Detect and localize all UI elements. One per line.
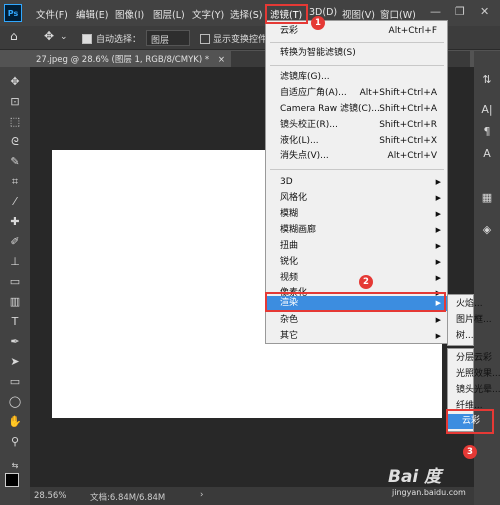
filter-menu-item[interactable]: 3D ▶ — [266, 175, 447, 190]
glyphs-icon[interactable]: A — [479, 147, 495, 163]
render-submenu-item[interactable]: 树... — [448, 329, 474, 344]
stamp-tool-icon[interactable]: ⊥ — [7, 255, 23, 269]
document-tab[interactable]: 27.jpeg @ 28.6% (图层 1, RGB/8/CMYK) * × — [30, 51, 231, 67]
quick-select-tool-icon[interactable]: ✎ — [7, 155, 23, 169]
hand-tool-icon[interactable]: ✋ — [7, 415, 23, 429]
show-transform-label: 显示变换控件 — [213, 35, 268, 45]
highlight-clouds-item — [446, 409, 494, 434]
menu-image[interactable]: 图像(I) — [115, 7, 144, 21]
eyedropper-tool-icon[interactable]: ⁄ — [7, 195, 23, 209]
menu-type[interactable]: 文字(Y) — [192, 7, 224, 21]
menu-view[interactable]: 视图(V) — [342, 7, 375, 21]
menu-select[interactable]: 选择(S) — [230, 7, 262, 21]
filter-menu-item[interactable]: Camera Raw 滤镜(C)... Shift+Ctrl+A — [266, 102, 447, 117]
brush-tool-icon[interactable]: ✐ — [7, 235, 23, 249]
filter-menu-item[interactable]: 滤镜库(G)... — [266, 70, 447, 85]
filter-menu-item[interactable]: 视频 ▶ — [266, 271, 447, 286]
chevron-down-icon[interactable]: ⌄ — [60, 32, 68, 42]
menu-window[interactable]: 窗口(W) — [380, 7, 416, 21]
filter-menu-item[interactable]: 其它 ▶ — [266, 329, 447, 344]
marquee-tool-icon[interactable]: ⬚ — [7, 115, 23, 129]
paragraph-icon[interactable]: ¶ — [479, 125, 495, 141]
libraries-icon[interactable]: ▦ — [479, 191, 495, 207]
right-panel-dock: ⇅ A| ¶ A ▦ ◈ — [474, 51, 500, 505]
watermark-logo: Bai 度 — [388, 467, 442, 487]
zoom-level[interactable]: 28.56% — [34, 491, 66, 501]
filter-menu-item[interactable]: 锐化 ▶ — [266, 255, 447, 270]
filter-menu-item[interactable]: 液化(L)... Shift+Ctrl+X — [266, 134, 447, 149]
status-arrow-icon[interactable]: › — [200, 490, 203, 500]
render-submenu-item[interactable]: 分层云彩 — [448, 351, 492, 366]
move-tool-icon[interactable]: ✥ — [44, 29, 54, 43]
pen-tool-icon[interactable]: ✒ — [7, 335, 23, 349]
crop-tool-icon[interactable]: ⌗ — [7, 175, 23, 189]
filter-menu-item[interactable]: 转换为智能滤镜(S) — [266, 46, 447, 61]
menu-separator — [270, 42, 444, 43]
render-submenu-top: 火焰... 图片框... 树... — [447, 294, 492, 346]
document-tab-title: 27.jpeg @ 28.6% (图层 1, RGB/8/CMYK) * — [36, 55, 210, 65]
menu-edit[interactable]: 编辑(E) — [76, 7, 108, 21]
tab-close-icon[interactable]: × — [218, 55, 225, 65]
auto-select-checkbox[interactable] — [82, 34, 92, 44]
zoom-tool-icon[interactable]: ⚲ — [7, 435, 23, 449]
minimize-icon[interactable]: — — [430, 5, 441, 18]
filter-menu-item[interactable]: 杂色 ▶ — [266, 313, 447, 328]
foreground-color-swatch[interactable] — [5, 473, 19, 487]
render-submenu-item[interactable]: 图片框... — [448, 313, 492, 328]
layers-icon[interactable]: ◈ — [479, 223, 495, 239]
home-icon[interactable]: ⌂ — [10, 29, 18, 43]
step-badge-2: 2 — [359, 275, 373, 289]
menu-separator — [270, 169, 444, 170]
move-tool-icon[interactable]: ✥ — [7, 75, 23, 89]
rectangle-tool-icon[interactable]: ▭ — [7, 375, 23, 389]
filter-menu-item[interactable]: 镜头校正(R)... Shift+Ctrl+R — [266, 118, 447, 133]
step-badge-1: 1 — [311, 16, 325, 30]
healing-tool-icon[interactable]: ✚ — [7, 215, 23, 229]
highlight-filter-menu — [265, 4, 308, 24]
filter-menu-item[interactable]: 模糊画廊 ▶ — [266, 223, 447, 238]
layer-dropdown[interactable]: 图层 — [146, 30, 190, 46]
type-tool-icon[interactable]: T — [7, 315, 23, 329]
character-icon[interactable]: A| — [479, 103, 495, 119]
photoshop-logo: Ps — [4, 4, 22, 22]
shape-tool-icon[interactable]: ◯ — [7, 395, 23, 409]
swap-colors-icon[interactable]: ⇆ — [7, 459, 23, 473]
menu-file[interactable]: 文件(F) — [36, 7, 68, 21]
show-transform-checkbox[interactable] — [200, 34, 210, 44]
eraser-tool-icon[interactable]: ▭ — [7, 275, 23, 289]
highlight-render-item — [265, 292, 446, 312]
watermark-url: jingyan.baidu.com — [392, 488, 466, 497]
menu-layer[interactable]: 图层(L) — [153, 7, 185, 21]
artboard-tool-icon[interactable]: ⊡ — [7, 95, 23, 109]
tools-panel: ✥ ⊡ ⬚ ᘓ ✎ ⌗ ⁄ ✚ ✐ ⊥ ▭ ▥ T ✒ ➤ ▭ ◯ ✋ ⚲ ⇆ — [0, 67, 30, 505]
filter-menu-item[interactable]: 消失点(V)... Alt+Ctrl+V — [266, 149, 447, 164]
restore-icon[interactable]: ❐ — [455, 5, 465, 18]
history-icon[interactable]: ⇅ — [479, 73, 495, 89]
document-size: 文档:6.84M/6.84M — [90, 493, 166, 503]
close-icon[interactable]: ✕ — [480, 5, 489, 18]
gradient-tool-icon[interactable]: ▥ — [7, 295, 23, 309]
filter-menu-item[interactable]: 扭曲 ▶ — [266, 239, 447, 254]
menu-separator — [270, 65, 444, 66]
filter-menu-item[interactable]: 云彩 Alt+Ctrl+F — [266, 24, 447, 39]
render-submenu-item[interactable]: 火焰... — [448, 297, 483, 312]
baidu-watermark: Bai 度 jingyan.baidu.com — [388, 462, 498, 504]
filter-menu-item[interactable]: 风格化 ▶ — [266, 191, 447, 206]
auto-select-label: 自动选择： — [96, 35, 142, 45]
render-submenu-item[interactable]: 光照效果... — [448, 367, 500, 382]
path-select-tool-icon[interactable]: ➤ — [7, 355, 23, 369]
step-badge-3: 3 — [463, 445, 477, 459]
render-submenu-item[interactable]: 镜头光晕... — [448, 383, 500, 398]
filter-menu-item[interactable]: 自适应广角(A)... Alt+Shift+Ctrl+A — [266, 86, 447, 101]
filter-menu-item[interactable]: 模糊 ▶ — [266, 207, 447, 222]
lasso-tool-icon[interactable]: ᘓ — [7, 135, 23, 149]
